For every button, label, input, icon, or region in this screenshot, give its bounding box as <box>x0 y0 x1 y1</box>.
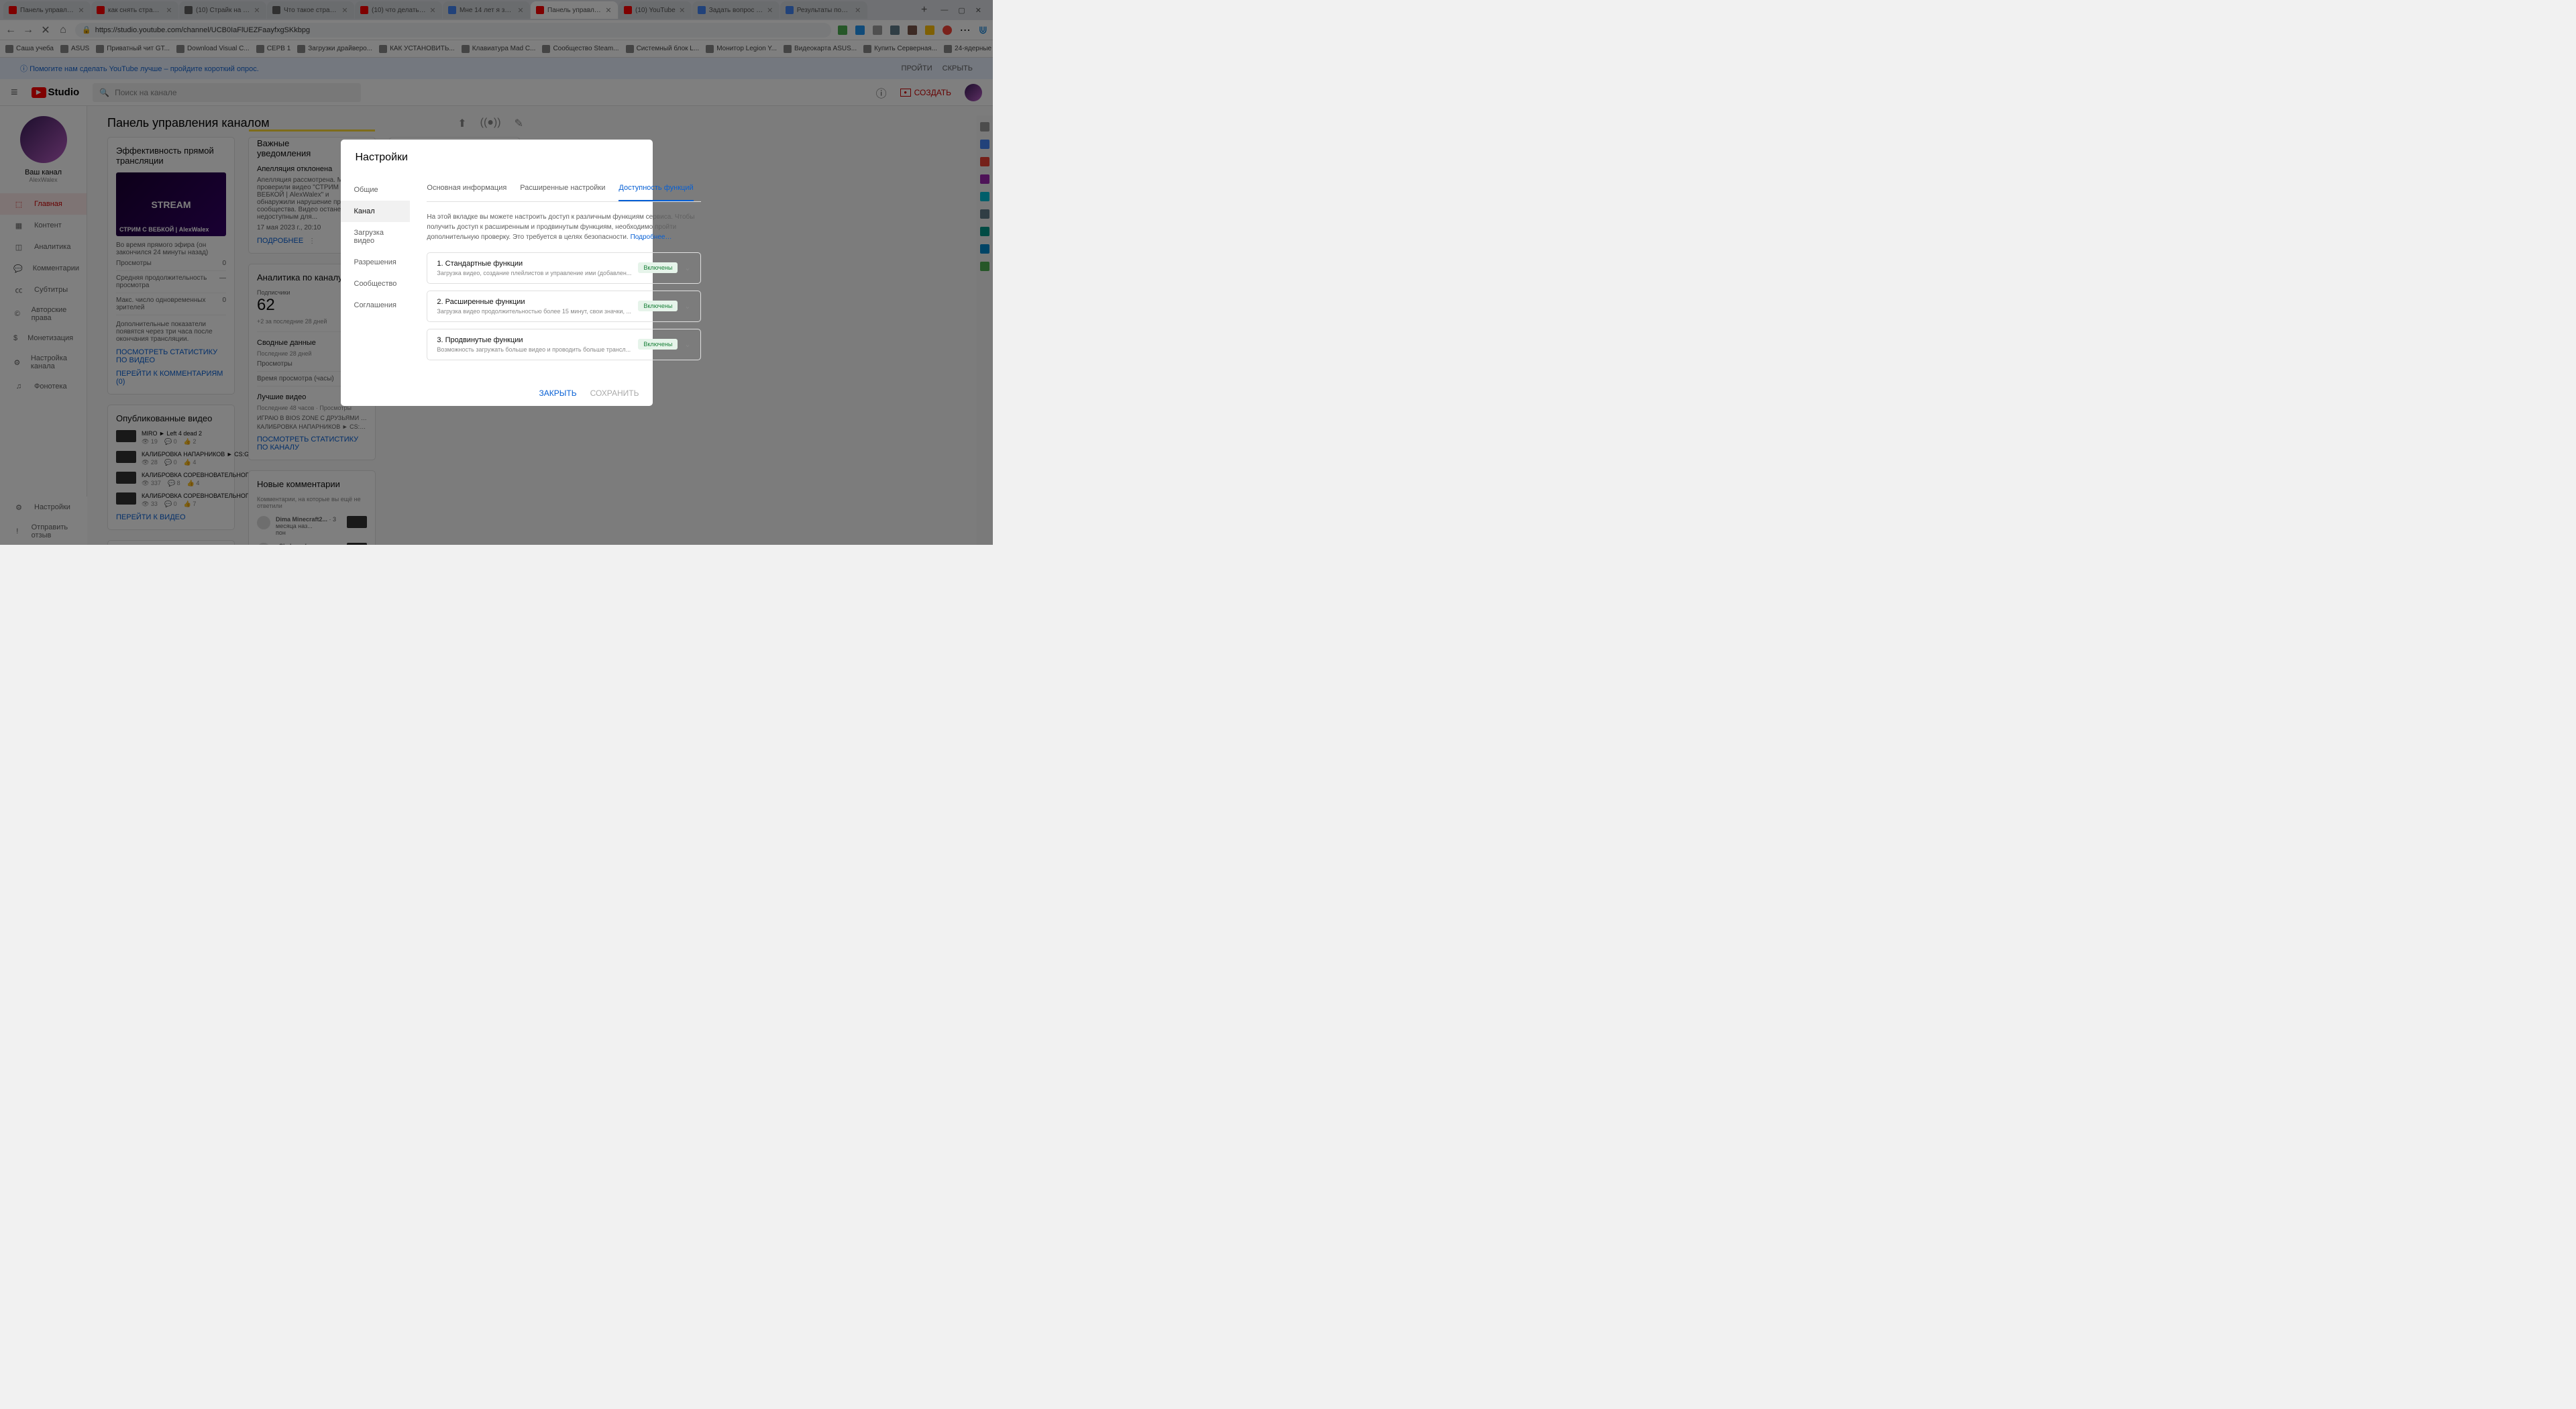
modal-overlay: Настройки ОбщиеКаналЗагрузка видеоРазреш… <box>0 0 993 545</box>
chevron-down-icon[interactable]: ⌄ <box>684 264 690 272</box>
modal-nav-item[interactable]: Загрузка видео <box>341 222 411 252</box>
modal-title: Настройки <box>341 140 653 176</box>
learn-more-link[interactable]: Подробнее… <box>631 233 672 241</box>
feature-row[interactable]: 2. Расширенные функцииЗагрузка видео про… <box>427 291 700 322</box>
save-button[interactable]: СОХРАНИТЬ <box>590 388 639 398</box>
modal-nav-item[interactable]: Общие <box>341 179 411 201</box>
modal-nav-item[interactable]: Канал <box>341 201 411 222</box>
modal-nav-item[interactable]: Разрешения <box>341 252 411 273</box>
modal-tab[interactable]: Расширенные настройки <box>520 176 605 201</box>
status-badge: Включены <box>638 262 678 273</box>
status-badge: Включены <box>638 301 678 311</box>
chevron-down-icon[interactable]: ⌄ <box>684 340 690 349</box>
feature-row[interactable]: 3. Продвинутые функцииВозможность загруж… <box>427 329 700 360</box>
modal-tab[interactable]: Доступность функций <box>619 176 693 201</box>
modal-nav-item[interactable]: Сообщество <box>341 273 411 295</box>
settings-modal: Настройки ОбщиеКаналЗагрузка видеоРазреш… <box>341 140 653 406</box>
close-button[interactable]: ЗАКРЫТЬ <box>539 388 577 398</box>
status-badge: Включены <box>638 339 678 350</box>
chevron-down-icon[interactable]: ⌄ <box>684 302 690 311</box>
feature-row[interactable]: 1. Стандартные функцииЗагрузка видео, со… <box>427 252 700 284</box>
modal-tab[interactable]: Основная информация <box>427 176 506 201</box>
modal-nav-item[interactable]: Соглашения <box>341 295 411 316</box>
